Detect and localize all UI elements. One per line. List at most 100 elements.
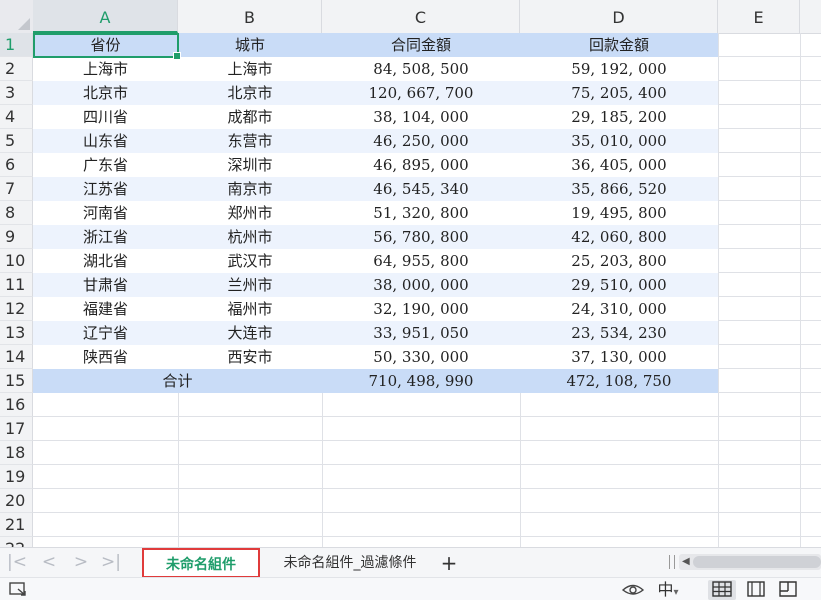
row-header[interactable]: 9 xyxy=(0,225,33,249)
tab-unnamed-component-filter[interactable]: 未命名組件_過濾條件 xyxy=(266,548,434,578)
row-header[interactable]: 16 xyxy=(0,393,33,417)
row-header[interactable]: 12 xyxy=(0,297,33,321)
column-header-partial[interactable] xyxy=(800,0,821,33)
table-cell[interactable]: 29, 510, 000 xyxy=(520,273,718,297)
row-header[interactable]: 10 xyxy=(0,249,33,273)
table-cell[interactable]: 河南省 xyxy=(33,201,178,225)
next-sheet-button[interactable]: > xyxy=(70,550,92,574)
total-label-cell[interactable]: 合计 xyxy=(33,369,322,393)
table-cell[interactable]: 深圳市 xyxy=(178,153,322,177)
table-cell[interactable]: 福建省 xyxy=(33,297,178,321)
prev-sheet-button[interactable]: < xyxy=(38,550,60,574)
cell-selection-a1[interactable] xyxy=(33,33,181,60)
row-header[interactable]: 5 xyxy=(0,129,33,153)
row-header[interactable]: 20 xyxy=(0,489,33,513)
table-cell[interactable]: 84, 508, 500 xyxy=(322,57,520,81)
row-header[interactable]: 8 xyxy=(0,201,33,225)
table-cell[interactable]: 上海市 xyxy=(33,57,178,81)
table-cell[interactable]: 35, 010, 000 xyxy=(520,129,718,153)
table-cell[interactable]: 46, 250, 000 xyxy=(322,129,520,153)
table-cell[interactable]: 23, 534, 230 xyxy=(520,321,718,345)
table-cell[interactable]: 19, 495, 800 xyxy=(520,201,718,225)
header-cell[interactable]: 城市 xyxy=(178,33,322,57)
spreadsheet-grid[interactable]: A B C D E 1 2 3 4 5 6 7 8 9 10 11 12 13 14 15 16 17 18 19 2… xyxy=(0,0,821,547)
input-method-button[interactable]: 中▾ xyxy=(650,580,686,600)
screen-view-icon[interactable] xyxy=(6,580,30,600)
table-cell[interactable]: 湖北省 xyxy=(33,249,178,273)
table-cell[interactable]: 75, 205, 400 xyxy=(520,81,718,105)
first-sheet-button[interactable]: |< xyxy=(6,550,28,574)
table-cell[interactable]: 南京市 xyxy=(178,177,322,201)
header-cell[interactable]: 回款金額 xyxy=(520,33,718,57)
table-cell[interactable]: 24, 310, 000 xyxy=(520,297,718,321)
table-cell[interactable]: 北京市 xyxy=(33,81,178,105)
table-cell[interactable]: 37, 130, 000 xyxy=(520,345,718,369)
tab-unnamed-component[interactable]: 未命名組件 xyxy=(142,548,260,578)
row-header[interactable]: 22 xyxy=(0,537,33,547)
fill-handle[interactable] xyxy=(173,52,181,60)
add-sheet-button[interactable]: + xyxy=(438,548,460,578)
table-cell[interactable]: 33, 951, 050 xyxy=(322,321,520,345)
table-cell[interactable]: 福州市 xyxy=(178,297,322,321)
column-header-a[interactable]: A xyxy=(33,0,178,33)
table-cell[interactable]: 上海市 xyxy=(178,57,322,81)
column-header-b[interactable]: B xyxy=(178,0,322,33)
table-cell[interactable]: 42, 060, 800 xyxy=(520,225,718,249)
table-cell[interactable]: 35, 866, 520 xyxy=(520,177,718,201)
table-cell[interactable]: 51, 320, 800 xyxy=(322,201,520,225)
table-cell[interactable]: 成都市 xyxy=(178,105,322,129)
table-cell[interactable]: 郑州市 xyxy=(178,201,322,225)
last-sheet-button[interactable]: >| xyxy=(100,550,122,574)
table-cell[interactable]: 武汉市 xyxy=(178,249,322,273)
column-header-e[interactable]: E xyxy=(718,0,800,33)
table-cell[interactable]: 120, 667, 700 xyxy=(322,81,520,105)
column-header-c[interactable]: C xyxy=(322,0,520,33)
row-header[interactable]: 18 xyxy=(0,441,33,465)
scrollbar-thumb[interactable] xyxy=(693,556,821,568)
header-cell[interactable]: 合同金額 xyxy=(322,33,520,57)
table-cell[interactable]: 50, 330, 000 xyxy=(322,345,520,369)
table-cell[interactable]: 西安市 xyxy=(178,345,322,369)
table-cell[interactable]: 56, 780, 800 xyxy=(322,225,520,249)
table-cell[interactable]: 江苏省 xyxy=(33,177,178,201)
horizontal-scrollbar[interactable]: ◀ xyxy=(679,554,821,570)
table-cell[interactable]: 东营市 xyxy=(178,129,322,153)
table-cell[interactable]: 辽宁省 xyxy=(33,321,178,345)
scroll-left-icon[interactable]: ◀ xyxy=(682,555,690,569)
table-cell[interactable]: 四川省 xyxy=(33,105,178,129)
row-header[interactable]: 3 xyxy=(0,81,33,105)
table-cell[interactable]: 64, 955, 800 xyxy=(322,249,520,273)
table-cell[interactable]: 兰州市 xyxy=(178,273,322,297)
row-header[interactable]: 6 xyxy=(0,153,33,177)
table-cell[interactable]: 25, 203, 800 xyxy=(520,249,718,273)
row-header[interactable]: 4 xyxy=(0,105,33,129)
table-cell[interactable]: 38, 104, 000 xyxy=(322,105,520,129)
normal-view-icon[interactable] xyxy=(708,580,736,600)
scroll-split-handle[interactable] xyxy=(669,555,675,569)
row-header[interactable]: 11 xyxy=(0,273,33,297)
table-cell[interactable]: 38, 000, 000 xyxy=(322,273,520,297)
row-header[interactable]: 15 xyxy=(0,369,33,393)
row-header[interactable]: 13 xyxy=(0,321,33,345)
table-cell[interactable]: 大连市 xyxy=(178,321,322,345)
total-contract-cell[interactable]: 710, 498, 990 xyxy=(322,369,520,393)
page-break-icon[interactable] xyxy=(774,580,802,600)
table-cell[interactable]: 杭州市 xyxy=(178,225,322,249)
table-cell[interactable]: 29, 185, 200 xyxy=(520,105,718,129)
row-header[interactable]: 2 xyxy=(0,57,33,81)
column-header-d[interactable]: D xyxy=(520,0,718,33)
total-received-cell[interactable]: 472, 108, 750 xyxy=(520,369,718,393)
select-all-corner[interactable] xyxy=(0,0,34,33)
page-layout-icon[interactable] xyxy=(742,580,770,600)
table-cell[interactable]: 北京市 xyxy=(178,81,322,105)
table-cell[interactable]: 59, 192, 000 xyxy=(520,57,718,81)
row-header[interactable]: 21 xyxy=(0,513,33,537)
table-cell[interactable]: 陕西省 xyxy=(33,345,178,369)
row-header[interactable]: 1 xyxy=(0,33,33,57)
table-cell[interactable]: 广东省 xyxy=(33,153,178,177)
eye-icon[interactable] xyxy=(620,580,646,600)
table-cell[interactable]: 36, 405, 000 xyxy=(520,153,718,177)
table-cell[interactable]: 32, 190, 000 xyxy=(322,297,520,321)
row-header[interactable]: 7 xyxy=(0,177,33,201)
row-header[interactable]: 14 xyxy=(0,345,33,369)
